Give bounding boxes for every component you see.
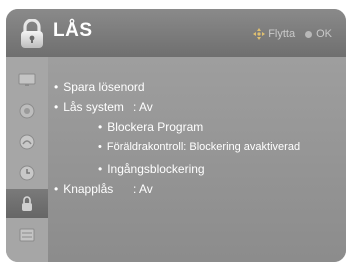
menu-item-label: Spara lösenord [63, 80, 145, 94]
menu-item-block-program[interactable]: • Blockera Program [98, 120, 203, 134]
sidebar-item-lock[interactable] [6, 189, 48, 218]
sidebar-item-time[interactable] [6, 158, 48, 187]
setup-icon [19, 134, 35, 149]
four-way-arrows-icon [253, 28, 266, 40]
move-hint-label: Flytta [268, 28, 296, 40]
sidebar-item-setup[interactable] [6, 127, 48, 156]
bullet-icon: • [98, 120, 103, 134]
lock-menu-window: LÅS Flytta OK • Spara lösenord • Lås sys… [6, 9, 346, 262]
menu-item-input-block[interactable]: • Ingångsblockering [98, 162, 205, 176]
menu-item-label: Ingångsblockering [107, 162, 205, 176]
menu-item-lock-system[interactable]: • Lås system : Av [54, 100, 254, 114]
menu-item-label: Föräldrakontroll: Blockering avaktiverad [106, 141, 301, 153]
lock-icon [21, 19, 43, 48]
menu-item-label: Blockera Program [107, 120, 204, 134]
category-sidebar [6, 57, 48, 262]
time-icon [19, 165, 35, 180]
menu-item-parental-control[interactable]: • Föräldrakontroll: Blockering avaktiver… [98, 141, 300, 153]
option-icon [19, 228, 35, 241]
sidebar-item-picture[interactable] [6, 65, 48, 94]
menu-header: LÅS Flytta OK [6, 9, 346, 57]
menu-item-value: : Av [133, 100, 153, 114]
sidebar-item-audio[interactable] [6, 96, 48, 125]
move-hint: Flytta [253, 28, 295, 40]
menu-item-key-lock[interactable]: • Knapplås : Av [54, 182, 254, 196]
bullet-icon: • [98, 141, 102, 153]
lock-icon [22, 195, 32, 211]
navigation-hints: Flytta OK [253, 28, 332, 40]
ok-dot-icon [305, 30, 313, 38]
menu-item-save-password[interactable]: • Spara lösenord [54, 80, 145, 94]
page-title: LÅS [53, 20, 93, 41]
ok-hint: OK [295, 28, 332, 40]
sidebar-item-option[interactable] [6, 220, 48, 249]
menu-item-label: Lås system [63, 100, 124, 114]
menu-item-label: Knapplås [63, 182, 114, 196]
ok-hint-label: OK [316, 28, 332, 40]
menu-content: • Spara lösenord • Lås system : Av • Blo… [48, 57, 346, 262]
audio-icon [19, 103, 35, 118]
bullet-icon: • [54, 80, 59, 94]
bullet-icon: • [54, 100, 59, 114]
bullet-icon: • [54, 182, 59, 196]
menu-item-value: : Av [133, 182, 153, 196]
picture-icon [18, 73, 36, 86]
bullet-icon: • [98, 162, 103, 176]
